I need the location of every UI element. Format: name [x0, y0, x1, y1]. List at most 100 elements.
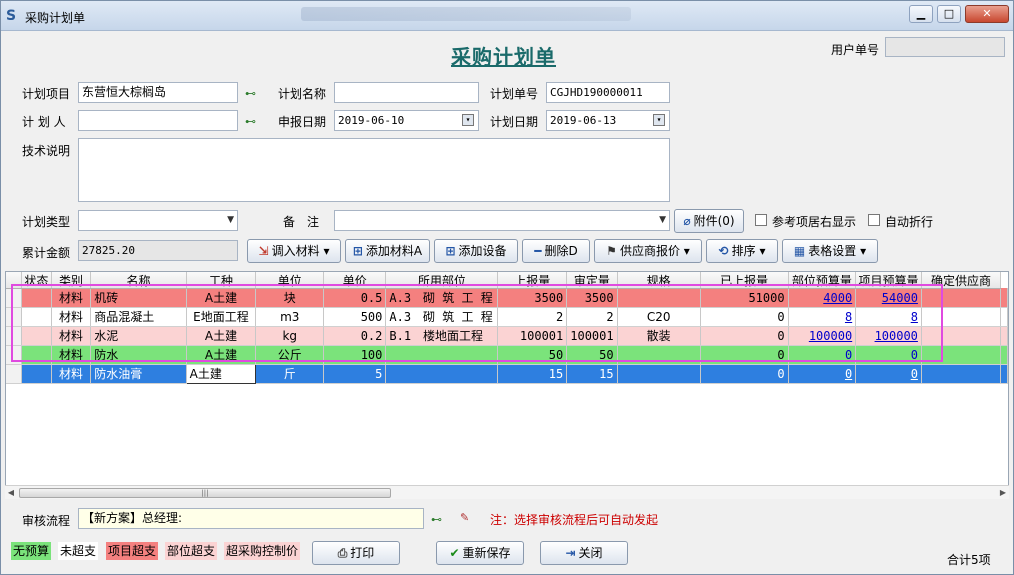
row-indicator[interactable]: [6, 345, 22, 365]
name-cell: 商品混凝土: [90, 307, 187, 327]
project-budget-cell[interactable]: 54000: [855, 288, 922, 308]
column-header[interactable]: 状态: [21, 272, 52, 289]
table-settings-button[interactable]: ▦ 表格设置 ▾: [782, 239, 878, 263]
maximize-icon[interactable]: □: [937, 5, 961, 23]
filler-cell: [1000, 326, 1008, 346]
planner-field[interactable]: [78, 110, 238, 131]
project-field[interactable]: 东营恒大棕榈岛: [78, 82, 238, 103]
project-budget-cell[interactable]: 0: [855, 345, 922, 365]
status-cell: [21, 307, 52, 327]
close-button[interactable]: ⇥ 关闭: [540, 541, 628, 565]
table-settings-label: 表格设置: [808, 244, 857, 258]
part-budget-cell[interactable]: 8: [788, 307, 857, 327]
plan-no-field[interactable]: CGJHD190000011: [546, 82, 670, 103]
project-budget-cell[interactable]: 0: [855, 364, 922, 384]
column-header[interactable]: 单价: [323, 272, 387, 289]
print-button[interactable]: ⎙ 打印: [312, 541, 400, 565]
add-material-button[interactable]: ⊞ 添加材料A: [345, 239, 430, 263]
row-indicator[interactable]: [6, 288, 22, 308]
part-budget-cell[interactable]: 100000: [788, 326, 857, 346]
trade-cell-editor[interactable]: A土建: [185, 363, 257, 384]
material-grid[interactable]: 状态 类别 名称 工种 单位 单价 所用部位 上报量 审定量 规格 已上报量 部…: [5, 271, 1009, 499]
close-icon[interactable]: ✕: [965, 5, 1009, 23]
report-date-field[interactable]: 2019-06-10 ▾: [334, 110, 479, 131]
edit-pen-icon[interactable]: ✎: [460, 511, 478, 525]
minus-icon: ━: [534, 244, 542, 258]
project-picker-icon[interactable]: ⊷: [245, 87, 263, 101]
audit-note: 注：选择审核流程后可自动发起: [490, 513, 659, 527]
horizontal-scrollbar[interactable]: ◀ ||| ▶: [5, 485, 1009, 499]
category-cell: 材料: [51, 345, 92, 365]
part-budget-cell[interactable]: 0: [788, 364, 857, 384]
table-row[interactable]: 材料 水泥 A土建 kg 0.2 B.1 楼地面工程 100001 100001 散装 0 1000…: [6, 326, 1008, 346]
table-row[interactable]: 材料 防水油膏 A土建斤 5 15 15 0 0 0: [6, 363, 1008, 384]
plan-type-select[interactable]: ▼: [78, 210, 238, 231]
part-budget-cell[interactable]: 4000: [788, 288, 857, 308]
sort-button[interactable]: ⟲ 排序 ▾: [706, 239, 778, 263]
auto-wrap-checkbox[interactable]: [868, 214, 880, 226]
minimize-icon[interactable]: ▁: [909, 5, 933, 23]
project-budget-cell[interactable]: 8: [855, 307, 922, 327]
column-header[interactable]: 审定量: [566, 272, 618, 289]
column-header[interactable]: 部位预算量: [788, 272, 857, 289]
status-cell: [21, 364, 52, 384]
planner-picker-icon[interactable]: ⊷: [245, 115, 263, 129]
supplier-quote-button[interactable]: ⚑ 供应商报价 ▾: [594, 239, 702, 263]
location-cell: A.3 砌 筑 工 程: [385, 288, 499, 308]
scroll-right-icon[interactable]: ▶: [997, 486, 1009, 500]
plan-date-field[interactable]: 2019-06-13 ▾: [546, 110, 670, 131]
row-indicator[interactable]: [6, 364, 22, 384]
project-budget-cell[interactable]: 100000: [855, 326, 922, 346]
column-header[interactable]: 上报量: [497, 272, 568, 289]
category-cell: 材料: [51, 326, 92, 346]
tech-desc-textarea[interactable]: [78, 138, 670, 202]
column-header[interactable]: 工种: [186, 272, 257, 289]
attachment-button[interactable]: ⌀ 附件(0): [674, 209, 744, 233]
calendar-dropdown-icon[interactable]: ▾: [462, 114, 474, 126]
delete-button[interactable]: ━ 删除D: [522, 239, 590, 263]
trade-cell: A土建: [186, 345, 257, 365]
table-row[interactable]: 材料 商品混凝土 E地面工程 m3 500 A.3 砌 筑 工 程 2 2 C20 0 8 8: [6, 307, 1008, 327]
sort-label: 排序: [731, 244, 756, 258]
column-header[interactable]: 项目预算量: [855, 272, 922, 289]
calendar-dropdown-icon[interactable]: ▾: [653, 114, 665, 126]
import-material-button[interactable]: ⇲ 调入材料 ▾: [247, 239, 341, 263]
part-budget-cell[interactable]: 0: [788, 345, 857, 365]
table-row[interactable]: 材料 机砖 A土建块 0.5 A.3 砌 筑 工 程 3500 3500 51000 4000 5…: [6, 288, 1008, 308]
row-indicator[interactable]: [6, 326, 22, 346]
column-header[interactable]: 已上报量: [700, 272, 789, 289]
chevron-down-icon: ▼: [659, 215, 666, 225]
remark-select[interactable]: ▼: [334, 210, 670, 231]
ref-right-checkbox[interactable]: [755, 214, 767, 226]
column-header[interactable]: 确定供应商: [921, 272, 1002, 289]
scrollbar-thumb[interactable]: |||: [19, 488, 391, 498]
trade-cell: E地面工程: [186, 307, 257, 327]
resave-button[interactable]: ✔ 重新保存: [436, 541, 524, 565]
approved-cell: 50: [566, 345, 618, 365]
row-indicator-header: [6, 272, 22, 289]
column-header[interactable]: 类别: [51, 272, 92, 289]
audit-flow-field[interactable]: 【新方案】总经理:: [78, 508, 424, 529]
plan-name-field[interactable]: [334, 82, 479, 103]
table-settings-icon: ▦: [793, 244, 806, 258]
unit-cell: m3: [255, 307, 325, 327]
column-header[interactable]: 规格: [617, 272, 701, 289]
scroll-left-icon[interactable]: ◀: [5, 486, 17, 500]
user-doc-no-field[interactable]: [885, 37, 1005, 57]
price-cell: 5: [323, 364, 387, 384]
filler-cell: [1000, 345, 1008, 365]
reported-cell: 50: [497, 345, 568, 365]
column-header[interactable]: 所用部位: [385, 272, 499, 289]
supplier-quote-label: 供应商报价: [619, 244, 680, 258]
already-reported-cell: 0: [700, 326, 789, 346]
column-header[interactable]: 单位: [255, 272, 325, 289]
audit-picker-icon[interactable]: ⊷: [431, 513, 449, 527]
user-doc-no-label: 用户单号: [831, 43, 880, 57]
row-indicator[interactable]: [6, 307, 22, 327]
flag-icon: ⚑: [606, 244, 617, 258]
add-equipment-button[interactable]: ⊞ 添加设备: [434, 239, 518, 263]
supplier-cell: [921, 288, 1002, 308]
reported-cell: 2: [497, 307, 568, 327]
column-header[interactable]: 名称: [90, 272, 187, 289]
table-row[interactable]: 材料 防水 A土建 公斤 100 50 50 0 0 0: [6, 345, 1008, 365]
